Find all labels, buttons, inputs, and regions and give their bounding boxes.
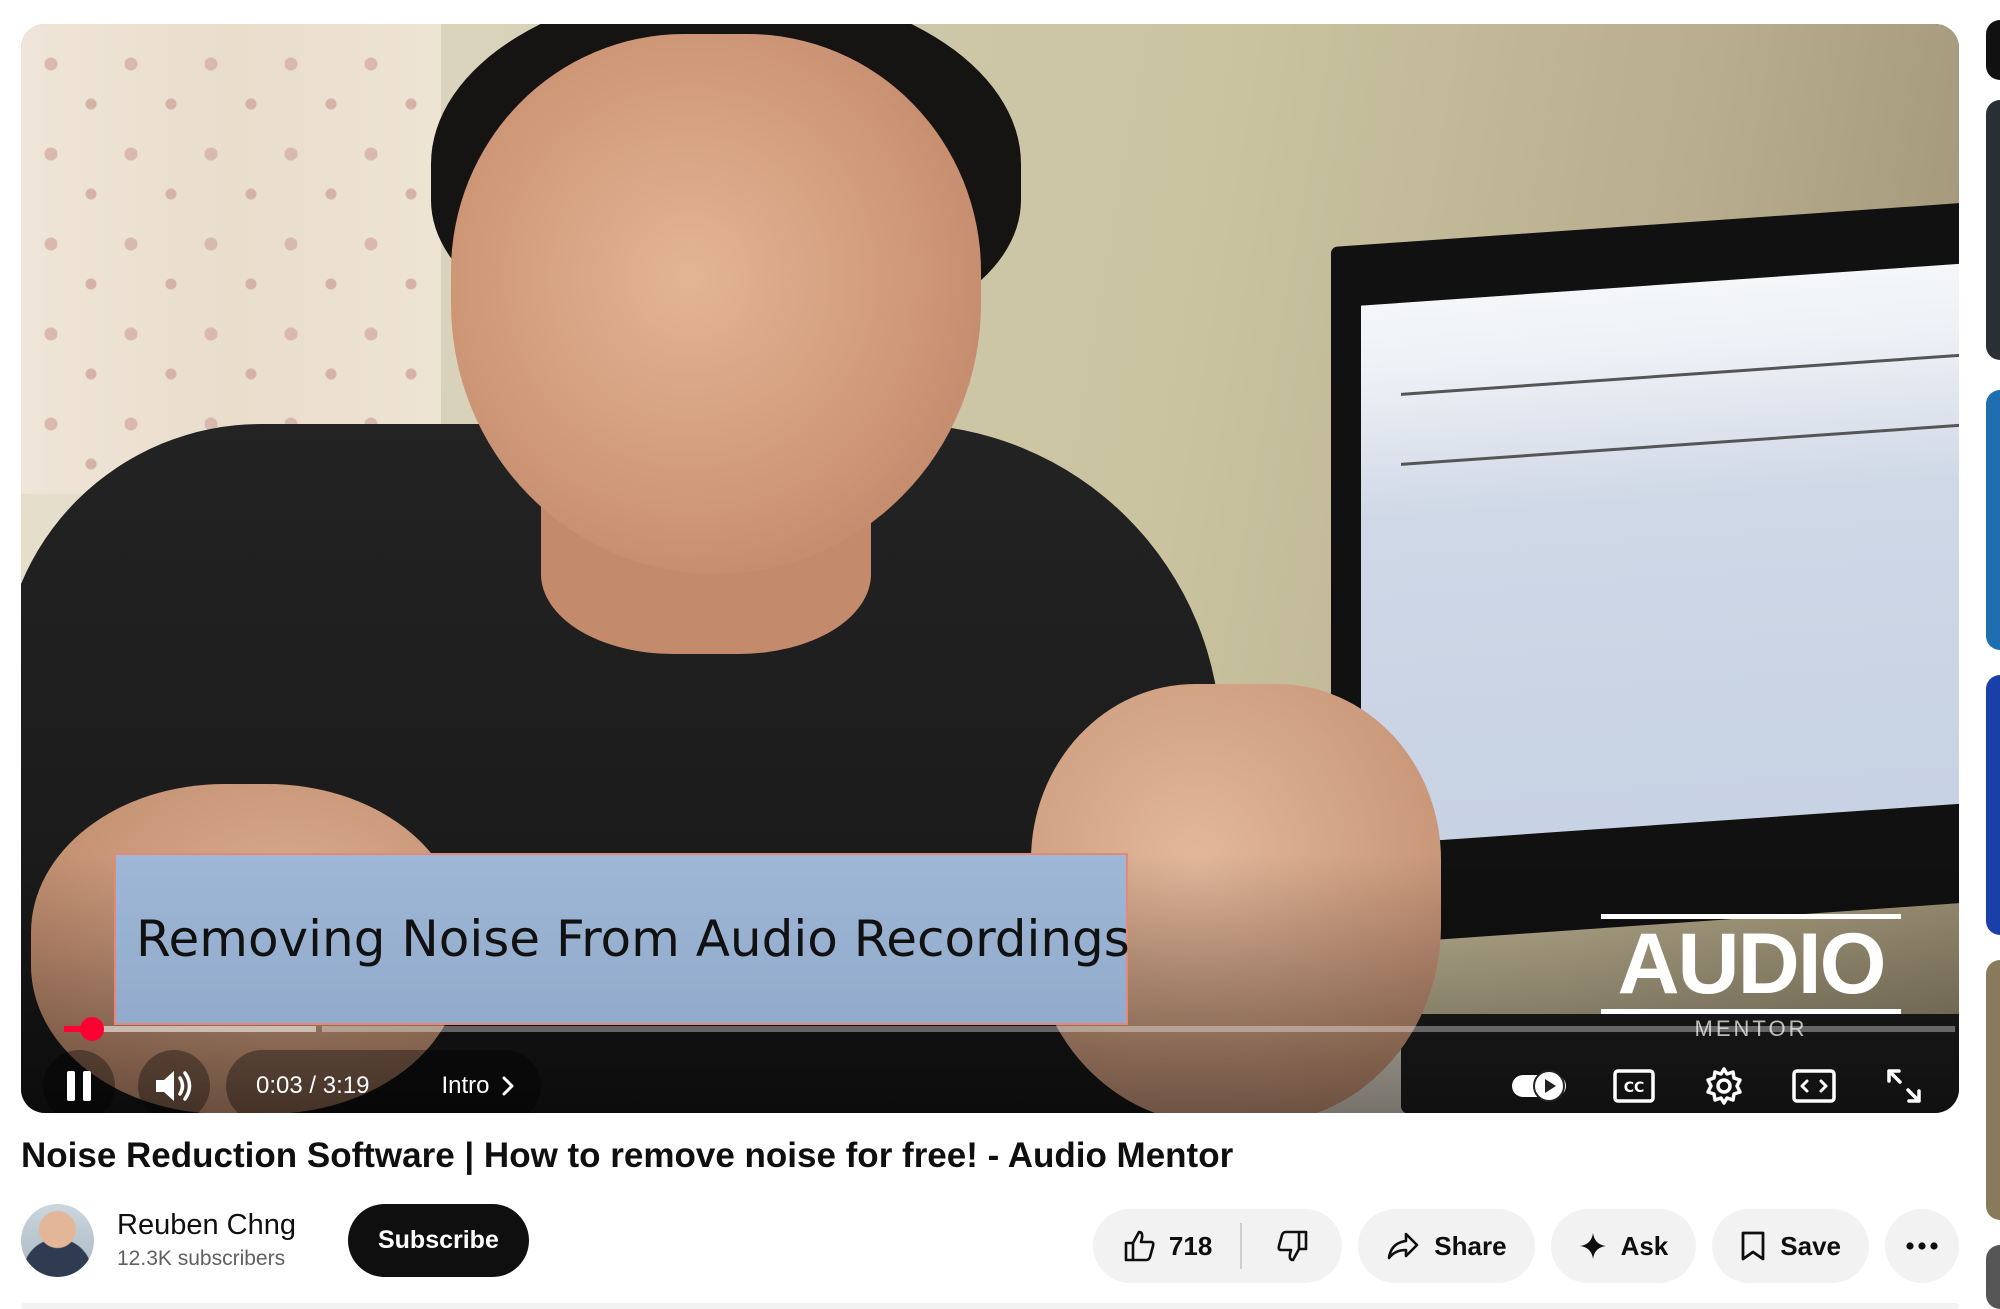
recommended-thumbnail[interactable]: [1986, 20, 2000, 80]
progress-chapter-gap: [322, 1026, 1955, 1032]
player-controls: 0:03 / 3:19 Intro CC: [21, 1044, 1959, 1113]
save-button[interactable]: Save: [1712, 1209, 1869, 1283]
progress-bar[interactable]: [64, 1017, 1955, 1041]
like-dislike-group: 718: [1092, 1209, 1343, 1283]
lower-third-text: Removing Noise From Audio Recordings: [136, 910, 1130, 968]
video-title: Noise Reduction Software | How to remove…: [21, 1136, 1234, 1175]
share-icon: [1387, 1232, 1419, 1260]
pause-icon: [67, 1071, 91, 1101]
recommended-thumbnail[interactable]: [1986, 960, 2000, 1220]
share-button[interactable]: Share: [1358, 1209, 1535, 1283]
settings-button[interactable]: [1699, 1061, 1749, 1111]
recommended-thumbnail[interactable]: [1986, 100, 2000, 360]
recommended-thumbnail[interactable]: [1986, 390, 2000, 650]
scene-face: [451, 34, 981, 574]
more-horizontal-icon: [1906, 1242, 1938, 1250]
fullscreen-icon: [1887, 1069, 1921, 1103]
autoplay-toggle[interactable]: [1511, 1061, 1569, 1111]
ask-label: Ask: [1620, 1230, 1669, 1261]
chapter-button[interactable]: Intro: [441, 1072, 515, 1100]
chevron-right-icon: [502, 1076, 514, 1096]
channel-watermark: AUDIO MENTOR: [1601, 914, 1901, 1054]
right-controls: CC: [1501, 1050, 1939, 1113]
recommended-sidebar-edge: [1986, 0, 2000, 1309]
channel-avatar[interactable]: [21, 1203, 94, 1277]
autoplay-toggle-icon: [1512, 1070, 1566, 1102]
subscriber-count: 12.3K subscribers: [117, 1247, 286, 1270]
watermark-text: AUDIO: [1601, 914, 1901, 1014]
theater-mode-button[interactable]: [1789, 1061, 1839, 1111]
like-button[interactable]: 718: [1123, 1229, 1240, 1263]
scene-monitor-screen: [1361, 262, 1959, 846]
captions-button[interactable]: CC: [1609, 1061, 1659, 1111]
recommended-thumbnail[interactable]: [1986, 1245, 2000, 1309]
subscribe-button[interactable]: Subscribe: [347, 1203, 529, 1277]
dislike-button[interactable]: [1242, 1229, 1342, 1263]
fullscreen-button[interactable]: [1879, 1061, 1929, 1111]
video-actions: 718 Share Ask Save: [1092, 1209, 1959, 1283]
svg-text:CC: CC: [1624, 1080, 1645, 1096]
pause-button[interactable]: [43, 1050, 115, 1113]
recommended-thumbnail[interactable]: [1986, 675, 2000, 935]
cc-icon: CC: [1613, 1069, 1655, 1103]
channel-info: Reuben Chng 12.3K subscribers: [117, 1207, 296, 1273]
thumbs-up-icon: [1124, 1230, 1155, 1262]
time-and-chapter: 0:03 / 3:19 Intro: [226, 1050, 542, 1113]
gear-icon: [1706, 1067, 1742, 1105]
video-player[interactable]: Removing Noise From Audio Recordings AUD…: [21, 24, 1959, 1113]
theater-mode-icon: [1792, 1069, 1836, 1103]
volume-icon: [156, 1071, 192, 1101]
ask-button[interactable]: Ask: [1550, 1209, 1697, 1283]
thumbs-down-icon: [1277, 1230, 1308, 1262]
like-count: 718: [1168, 1230, 1213, 1261]
volume-button[interactable]: [138, 1050, 210, 1113]
chapter-label: Intro: [441, 1072, 490, 1099]
channel-name[interactable]: Reuben Chng: [117, 1207, 296, 1243]
share-label: Share: [1434, 1230, 1507, 1261]
channel-row: Reuben Chng 12.3K subscribers Subscribe: [21, 1200, 529, 1280]
more-actions-button[interactable]: [1885, 1209, 1959, 1283]
video-lower-third: Removing Noise From Audio Recordings: [114, 853, 1130, 1025]
time-display: 0:03 / 3:19: [256, 1072, 370, 1099]
bookmark-icon: [1741, 1231, 1765, 1261]
sparkle-icon: [1579, 1233, 1606, 1259]
save-label: Save: [1780, 1230, 1841, 1261]
description-box-edge: [21, 1303, 1959, 1309]
